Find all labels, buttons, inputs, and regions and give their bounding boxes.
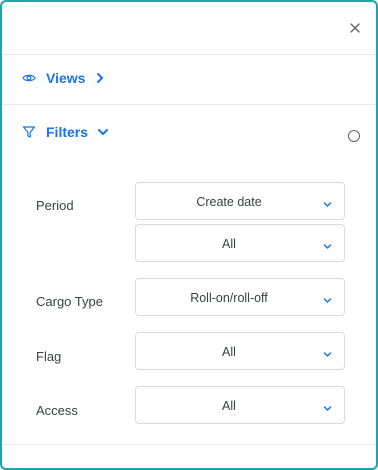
chevron-down-icon: [323, 294, 332, 303]
flag-label: Flag: [36, 349, 62, 364]
flag-select[interactable]: All: [135, 332, 345, 370]
eye-icon: [22, 71, 36, 85]
filters-section: Filters Period Create date All Cargo Typ…: [2, 104, 376, 445]
period-range-select[interactable]: All: [135, 224, 345, 262]
access-value: All: [222, 399, 236, 413]
period-date-type-select[interactable]: Create date: [135, 182, 345, 220]
filters-label: Filters: [46, 124, 89, 140]
cargo-type-label: Cargo Type: [36, 294, 103, 309]
period-date-type-value: Create date: [196, 195, 262, 209]
chevron-down-icon: [323, 240, 332, 249]
views-label: Views: [46, 70, 86, 86]
chevron-right-icon: [93, 71, 107, 85]
funnel-icon: [22, 125, 36, 139]
period-label: Period: [36, 198, 74, 213]
views-toggle[interactable]: Views: [22, 70, 107, 86]
chevron-down-icon: [323, 348, 332, 357]
chevron-down-icon: [323, 198, 332, 207]
filter-panel: Views Filters Period Create date All Car…: [0, 0, 378, 470]
cargo-type-select[interactable]: Roll-on/roll-off: [135, 278, 345, 316]
access-select[interactable]: All: [135, 386, 345, 424]
period-range-value: All: [222, 237, 236, 251]
filters-toggle[interactable]: Filters: [22, 124, 110, 140]
close-icon[interactable]: [348, 21, 362, 35]
chevron-down-icon: [323, 402, 332, 411]
flag-value: All: [222, 345, 236, 359]
panel-header: [2, 2, 376, 55]
views-section: Views: [2, 54, 376, 105]
chevron-down-icon: [96, 125, 110, 139]
access-label: Access: [36, 403, 78, 418]
cargo-type-value: Roll-on/roll-off: [190, 291, 268, 305]
filters-radio[interactable]: [348, 130, 360, 142]
